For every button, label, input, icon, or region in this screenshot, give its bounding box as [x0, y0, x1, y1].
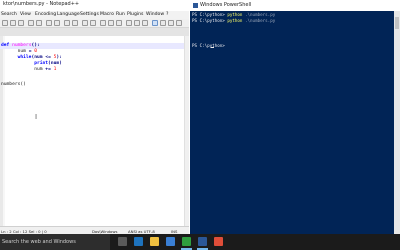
toolbar-redo-icon[interactable]: [36, 20, 42, 26]
toolbar-undo-icon[interactable]: [28, 20, 34, 26]
code-line-7: numbers(): [1, 82, 26, 87]
menu-window[interactable]: Window: [146, 12, 164, 17]
console-line-2: PS C:\python> python .\numbers.py: [192, 18, 276, 23]
toolbar-cut-icon[interactable]: [2, 20, 8, 26]
powershell-window: Windows PowerShell PS C:\python> python …: [190, 0, 400, 234]
search-placeholder: Search the web and Windows: [2, 239, 76, 245]
menu-run[interactable]: Run: [116, 12, 125, 17]
toolbar-doc-map-icon[interactable]: [126, 20, 132, 26]
powershell-icon: [193, 3, 198, 8]
menu-language[interactable]: Language: [57, 12, 80, 17]
app-taskbar-icon[interactable]: [214, 237, 223, 246]
toolbar-folder-icon[interactable]: [142, 20, 148, 26]
task-view-icon[interactable]: [118, 237, 127, 246]
edge-browser-icon[interactable]: [134, 237, 143, 246]
toolbar-function-list-icon[interactable]: [134, 20, 140, 26]
menu-encoding[interactable]: Encoding: [35, 12, 56, 17]
notepad-menu-bar: Search View Encoding Language Settings M…: [0, 11, 189, 19]
menu-help[interactable]: ?: [166, 12, 168, 17]
menu-plugins[interactable]: Plugins: [127, 12, 143, 17]
console-scrollbar-thumb[interactable]: [395, 17, 399, 29]
notepad-tab-bar: [0, 28, 189, 36]
notepad-plus-plus-window: ktor\numbers.py - Notepad++ Search View …: [0, 0, 189, 234]
menu-settings[interactable]: Settings: [80, 12, 99, 17]
toolbar-replace-icon[interactable]: [54, 20, 60, 26]
store-icon[interactable]: [166, 237, 175, 246]
toolbar-paste-icon[interactable]: [18, 20, 24, 26]
notepad-window-title: ktor\numbers.py - Notepad++: [3, 1, 80, 7]
toolbar-record-icon[interactable]: [152, 20, 158, 26]
toolbar-zoom-out-icon[interactable]: [72, 20, 78, 26]
file-explorer-icon[interactable]: [150, 237, 159, 246]
menu-macro[interactable]: Macro: [100, 12, 114, 17]
toolbar-save-macro-icon[interactable]: [176, 20, 182, 26]
menu-view[interactable]: View: [20, 12, 31, 17]
console-cursor: [211, 47, 214, 48]
console-scrollbar[interactable]: [394, 11, 400, 234]
toolbar-find-icon[interactable]: [46, 20, 52, 26]
console-line-3: PS C:\python>: [192, 43, 225, 48]
code-editor[interactable]: def numbers(): num = 0 while(num <= 5): …: [0, 36, 189, 226]
powershell-window-title: Windows PowerShell: [200, 2, 252, 8]
text-cursor-icon: I: [35, 113, 38, 121]
notepad-status-bar: Ln : 2 Col : 12 Sel : 0 | 0 Dos\Windows …: [0, 226, 189, 234]
toolbar-sync-h-icon[interactable]: [90, 20, 96, 26]
toolbar-stop-icon[interactable]: [160, 20, 166, 26]
toolbar-wrap-icon[interactable]: [100, 20, 106, 26]
toolbar-indent-guide-icon[interactable]: [116, 20, 122, 26]
toolbar-sync-v-icon[interactable]: [82, 20, 88, 26]
powershell-title-bar[interactable]: Windows PowerShell: [190, 0, 400, 11]
toolbar-all-chars-icon[interactable]: [108, 20, 114, 26]
toolbar-zoom-in-icon[interactable]: [64, 20, 70, 26]
toolbar-copy-icon[interactable]: [10, 20, 16, 26]
menu-search[interactable]: Search: [1, 12, 17, 17]
taskbar: Search the web and Windows: [0, 234, 400, 250]
editor-scrollbar[interactable]: [184, 36, 189, 226]
taskbar-search-box[interactable]: Search the web and Windows: [0, 234, 110, 250]
notepad-title-bar[interactable]: ktor\numbers.py - Notepad++: [0, 0, 189, 11]
powershell-console[interactable]: PS C:\python> python .\numbers.py PS C:\…: [190, 11, 394, 234]
notepad-plus-plus-taskbar-icon[interactable]: [182, 237, 191, 246]
toolbar-play-icon[interactable]: [168, 20, 174, 26]
powershell-taskbar-icon[interactable]: [198, 237, 207, 246]
notepad-toolbar: [0, 19, 189, 28]
code-line-5: num += 1: [34, 67, 57, 72]
